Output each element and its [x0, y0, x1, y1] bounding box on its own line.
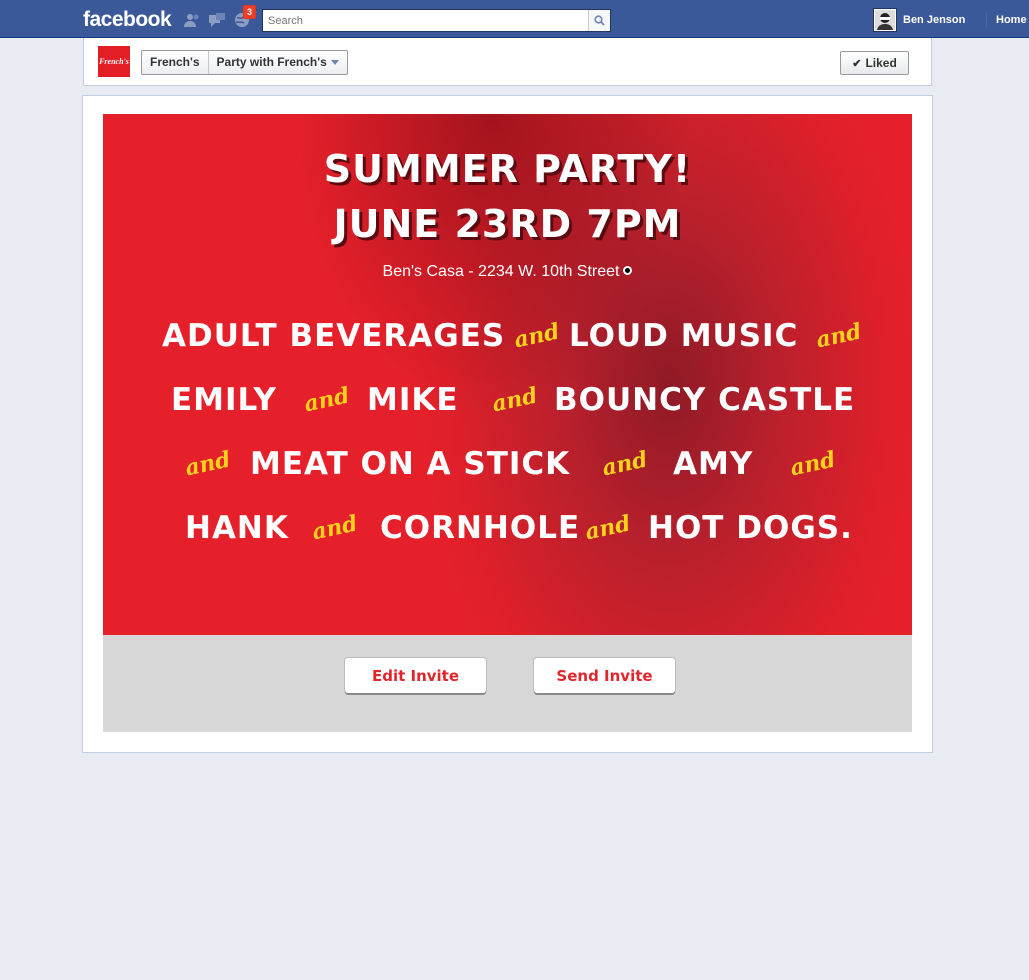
app-canvas: Summer Party! June 23rd 7PM Ben's Casa -… [82, 95, 933, 753]
frenchs-logo[interactable]: French's [98, 46, 130, 77]
invite-item: Emily [171, 382, 277, 418]
breadcrumb-page-link[interactable]: French's [142, 51, 209, 74]
liked-label: Liked [865, 56, 897, 70]
and-connector: and [182, 446, 233, 482]
and-connector: and [599, 446, 650, 482]
invite-title-line1: Summer Party! [323, 147, 692, 191]
and-connector: and [301, 382, 352, 418]
search-input[interactable] [263, 10, 588, 31]
and-connector: and [787, 446, 838, 482]
invite-item: Loud Music [569, 318, 799, 354]
invite-item: Adult Beverages [162, 318, 506, 354]
top-bar: facebook 3 Ben Jenson Home [0, 0, 1029, 38]
send-invite-button[interactable]: Send Invite [534, 658, 675, 693]
notification-badge: 3 [243, 5, 257, 19]
chevron-down-icon [330, 60, 339, 66]
liked-button[interactable]: ✔ Liked [840, 51, 909, 75]
map-pin-icon [623, 266, 633, 275]
invite-item: Mike [367, 382, 459, 418]
invite-item: Bouncy Castle [554, 382, 856, 418]
avatar [873, 8, 897, 32]
and-connector: and [489, 382, 540, 418]
invite-row: Adult Beverages and Loud Music and [103, 316, 912, 356]
friend-requests-icon[interactable] [183, 12, 201, 28]
edit-invite-button[interactable]: Edit Invite [345, 658, 486, 693]
invite-item: Amy [673, 446, 754, 482]
and-connector: and [511, 318, 562, 354]
page-header: French's French's Party with French's ✔ … [83, 38, 932, 86]
checkmark-icon: ✔ [852, 57, 862, 70]
invite-actions-bar: Edit Invite Send Invite [103, 635, 912, 732]
invite-title-line2: June 23rd 7PM [333, 202, 682, 246]
search-box [262, 9, 611, 32]
search-icon [594, 15, 605, 26]
party-invite-poster: Summer Party! June 23rd 7PM Ben's Casa -… [103, 114, 912, 635]
breadcrumb: French's Party with French's [141, 50, 348, 75]
invite-item: Cornhole [380, 510, 581, 546]
breadcrumb-app-dropdown[interactable]: Party with French's [209, 51, 347, 74]
and-connector: and [813, 318, 864, 354]
messages-icon[interactable] [208, 12, 226, 28]
invite-row: Hank and Cornhole and Hot Dogs. [103, 508, 912, 548]
breadcrumb-app-label: Party with French's [216, 55, 327, 69]
user-name: Ben Jenson [903, 14, 966, 26]
user-profile-link[interactable]: Ben Jenson [873, 8, 966, 32]
address-text: Ben's Casa - 2234 W. 10th Street [382, 263, 620, 280]
nav-divider [986, 12, 987, 28]
and-connector: and [582, 510, 633, 546]
home-link[interactable]: Home [996, 14, 1027, 26]
invite-item: Hot Dogs. [648, 510, 853, 546]
and-connector: and [309, 510, 360, 546]
facebook-logo[interactable]: facebook [83, 8, 172, 32]
invite-row: Emily and Mike and Bouncy Castle [103, 380, 912, 420]
invite-address: Ben's Casa - 2234 W. 10th Street [103, 263, 912, 281]
search-button[interactable] [588, 10, 610, 31]
invite-row: and Meat on a Stick and Amy and [103, 444, 912, 484]
invite-item: Hank [185, 510, 289, 546]
invite-item: Meat on a Stick [250, 446, 571, 482]
